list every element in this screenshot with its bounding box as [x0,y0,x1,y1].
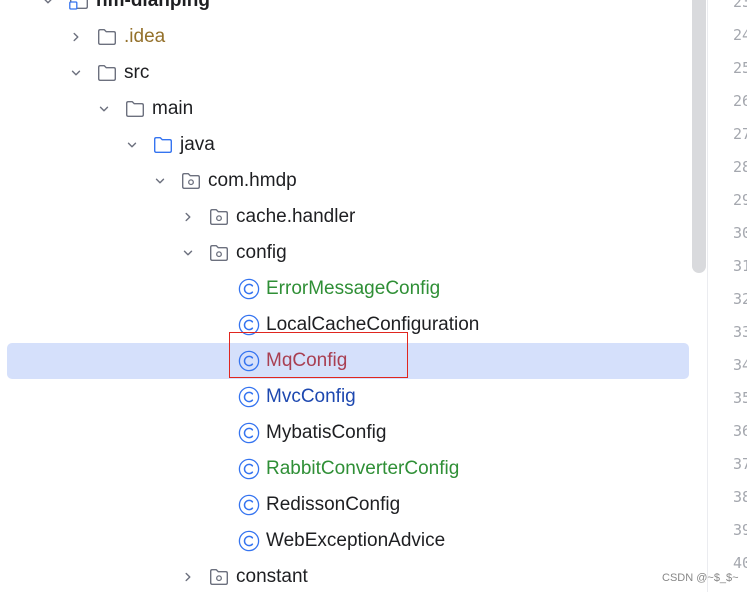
tree-node-label: hm-dianping [96,0,210,11]
tree-node-label: com.hmdp [208,170,297,191]
scrollbar-thumb[interactable] [692,0,706,273]
tree-node-label: RedissonConfig [266,494,401,515]
line-number: 27 [733,125,747,143]
class-icon [238,530,260,552]
watermark: CSDN @~$_$~ [662,572,739,584]
line-number: 28 [733,158,747,176]
package-icon [209,568,229,586]
tree-node-label: src [124,62,150,83]
tree-node-src[interactable]: src [0,55,690,91]
tree-node-label: java [180,134,215,155]
tree-node-label: MvcConfig [266,386,356,407]
folder-icon [125,100,145,118]
line-number: 34 [733,356,747,374]
editor-gutter: 23 24 25 26 27 28 29 30 31 32 33 34 35 3… [707,0,747,592]
tree-node-main[interactable]: main [0,91,690,127]
chevron-right-icon[interactable] [70,31,82,43]
tree-node-label: WebExceptionAdvice [266,530,446,551]
chevron-down-icon[interactable] [98,103,110,115]
line-number: 35 [733,389,747,407]
tree-node-mybatis-config[interactable]: MybatisConfig [0,415,690,451]
folder-icon [97,28,117,46]
line-number: 25 [733,59,747,77]
tree-node-label: config [236,242,287,263]
line-number: 26 [733,92,747,110]
chevron-right-icon[interactable] [182,571,194,583]
package-icon [209,244,229,262]
package-icon [209,208,229,226]
line-number: 31 [733,257,747,275]
tree-node-constant[interactable]: constant [0,559,690,592]
tree-node-label: main [152,98,194,119]
folder-icon [97,64,117,82]
line-number: 30 [733,224,747,242]
line-number: 38 [733,488,747,506]
package-icon [181,172,201,190]
line-number: 33 [733,323,747,341]
line-number: 36 [733,422,747,440]
source-root-folder-icon [153,136,173,154]
chevron-down-icon[interactable] [70,67,82,79]
line-number: 40 [733,554,747,572]
tree-node-hm-dianping[interactable]: hm-dianping [0,0,690,19]
tree-node-web-exception-advice[interactable]: WebExceptionAdvice [0,523,690,559]
tree-node-label: MybatisConfig [266,422,387,443]
tree-node-label: constant [236,566,308,587]
tree-node-config[interactable]: config [0,235,690,271]
class-icon [238,422,260,444]
tree-node-cache-handler[interactable]: cache.handler [0,199,690,235]
chevron-right-icon[interactable] [182,211,194,223]
class-icon [238,386,260,408]
tree-node-java[interactable]: java [0,127,690,163]
class-icon [238,458,260,480]
tree-node-error-message-config[interactable]: ErrorMessageConfig [0,271,690,307]
class-icon [238,494,260,516]
module-folder-icon [69,0,89,10]
tree-node-idea[interactable]: .idea [0,19,690,55]
tree-node-label: cache.handler [236,206,356,227]
tree-node-com-hmdp[interactable]: com.hmdp [0,163,690,199]
line-number: 37 [733,455,747,473]
line-number: 23 [733,0,747,11]
line-number: 29 [733,191,747,209]
chevron-down-icon[interactable] [182,247,194,259]
annotation-box [229,332,408,378]
line-number: 24 [733,26,747,44]
tree-node-label: RabbitConverterConfig [266,458,460,479]
tree-node-redisson-config[interactable]: RedissonConfig [0,487,690,523]
chevron-down-icon[interactable] [154,175,166,187]
line-number: 39 [733,521,747,539]
tree-node-mvc-config[interactable]: MvcConfig [0,379,690,415]
line-number: 32 [733,290,747,308]
tree-node-rabbit-converter-config[interactable]: RabbitConverterConfig [0,451,690,487]
chevron-down-icon[interactable] [42,0,54,7]
tree-node-label: .idea [124,26,166,47]
class-icon [238,278,260,300]
chevron-down-icon[interactable] [126,139,138,151]
tree-node-label: ErrorMessageConfig [266,278,441,299]
project-tree: hm-dianping .idea src main java com.hmdp… [0,0,690,592]
